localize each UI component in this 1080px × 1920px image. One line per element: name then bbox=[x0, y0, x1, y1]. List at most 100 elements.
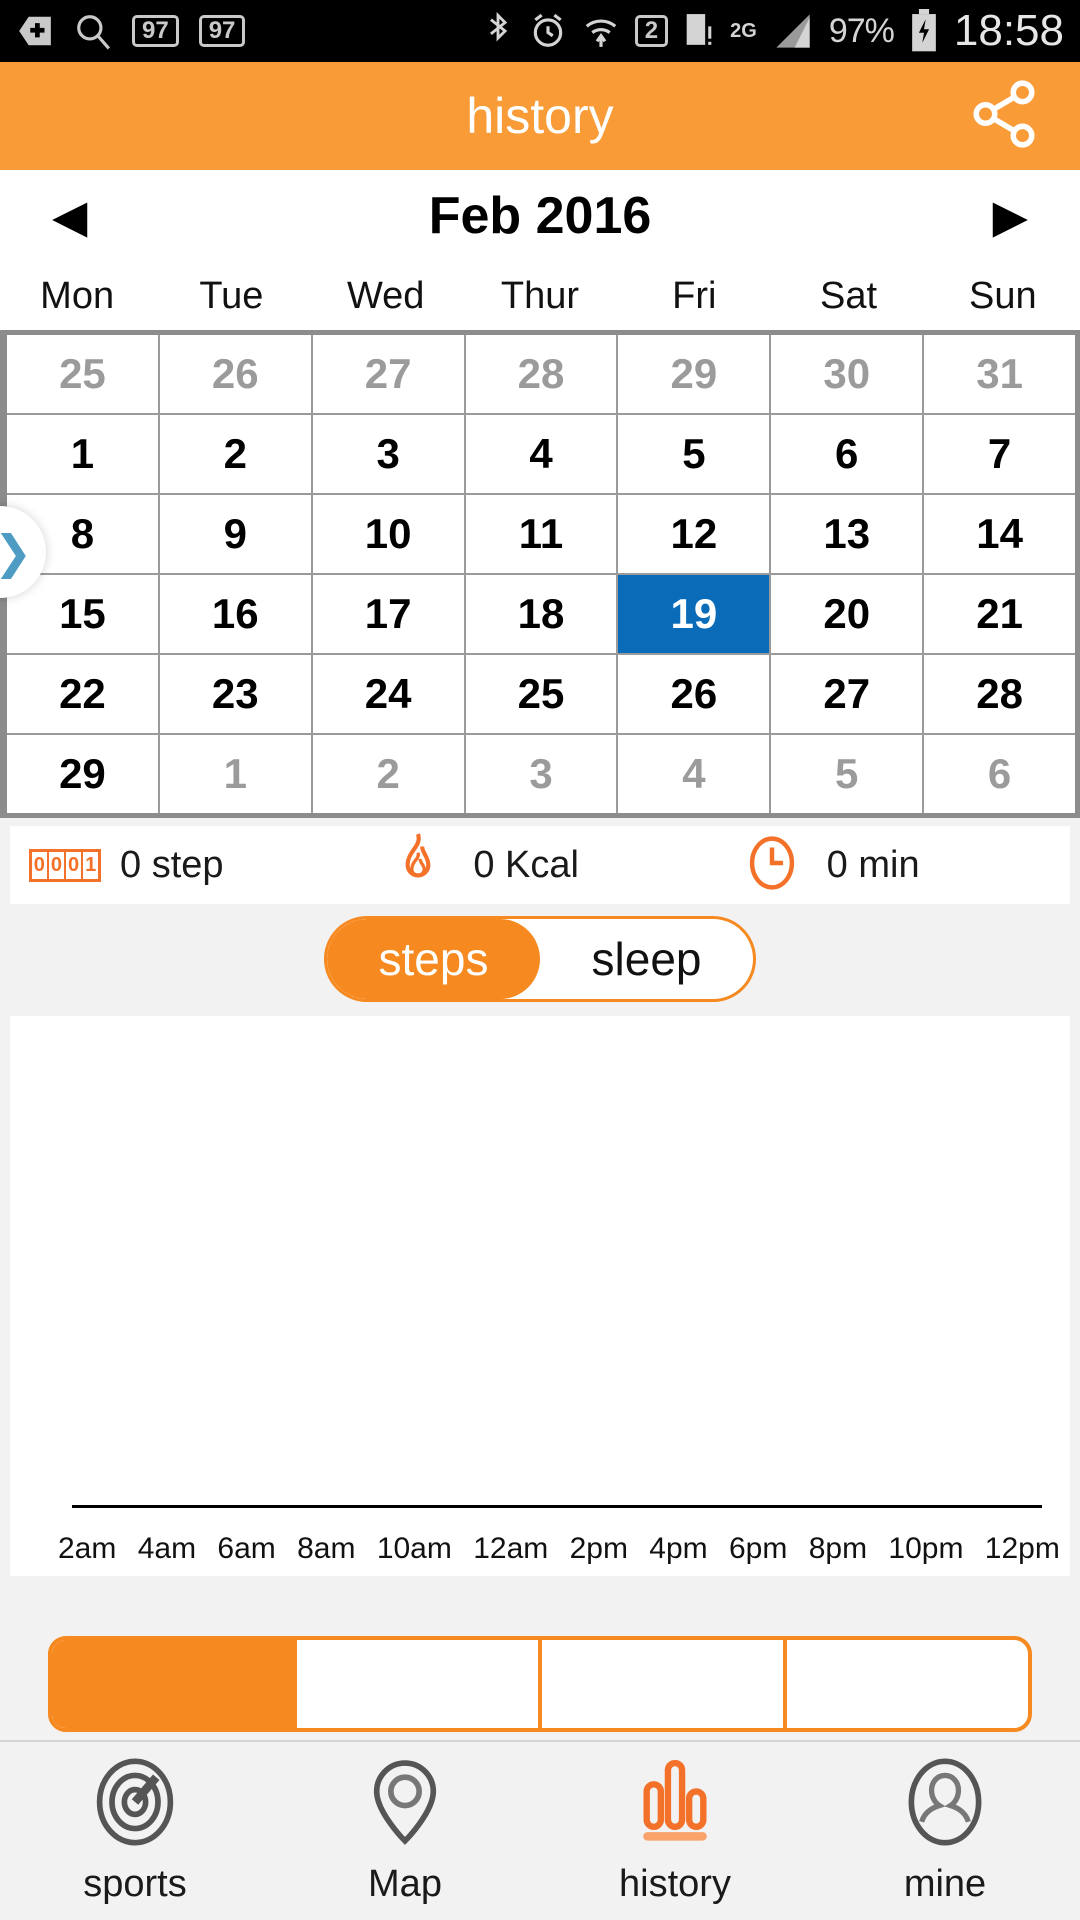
notification-badge-2: 97 bbox=[198, 15, 246, 47]
nav-item-history[interactable]: history bbox=[540, 1756, 810, 1906]
chart-tick-label: 4pm bbox=[649, 1532, 708, 1565]
daily-stats-bar: 0001 0 step 0 Kcal 0 min bbox=[10, 826, 1070, 904]
activity-chart: 2am 4am 6am 8am 10am 12am 2pm 4pm 6pm 8pm 10pm 12pm bbox=[10, 1016, 1070, 1576]
calendar-week-row: 25 26 27 28 29 30 31 bbox=[7, 335, 1076, 413]
calendar-day-cell[interactable]: 27 bbox=[312, 335, 466, 413]
back-plus-icon bbox=[16, 12, 54, 50]
alarm-icon bbox=[529, 12, 567, 50]
calendar-day-cell[interactable]: 11 bbox=[465, 495, 619, 573]
sim-indicator: 2 bbox=[634, 15, 669, 47]
calendar-day-cell[interactable]: 6 bbox=[924, 735, 1076, 813]
calendar-day-cell[interactable]: 10 bbox=[312, 495, 466, 573]
calendar-day-cell[interactable]: 20 bbox=[771, 575, 925, 653]
weekday-label-tue: Tue bbox=[199, 274, 264, 317]
calendar-day-cell[interactable]: 2 bbox=[312, 735, 466, 813]
person-icon bbox=[902, 1756, 988, 1853]
calendar-day-cell[interactable]: 14 bbox=[924, 495, 1076, 573]
page-title: history bbox=[466, 88, 614, 144]
chart-tick-label: 2pm bbox=[569, 1532, 628, 1565]
calendar-day-cell[interactable]: 6 bbox=[771, 415, 925, 493]
step-counter-icon: 0001 bbox=[28, 848, 102, 882]
weekday-label-thur: Thur bbox=[500, 274, 580, 317]
bottom-navigation: sports Map history mine bbox=[0, 1740, 1080, 1920]
calendar-day-cell[interactable]: 22 bbox=[7, 655, 160, 733]
calendar-day-cell[interactable]: 3 bbox=[312, 415, 466, 493]
chart-mode-toggle[interactable]: steps sleep bbox=[324, 916, 756, 1002]
calendar-day-cell[interactable]: 30 bbox=[771, 335, 925, 413]
calendar-day-cell[interactable]: 28 bbox=[465, 335, 619, 413]
calendar-week-row: 8 9 10 11 12 13 14 bbox=[7, 493, 1076, 573]
stat-value: 0 step bbox=[120, 843, 224, 886]
calendar-grid[interactable]: 25 26 27 28 29 30 31 1 2 3 4 5 6 7 8 9 10 11 12 13 14 15 16 17 1… bbox=[0, 330, 1080, 818]
share-icon bbox=[967, 77, 1041, 156]
calendar-day-cell[interactable]: 17 bbox=[312, 575, 466, 653]
calendar-day-cell[interactable]: 2 bbox=[159, 415, 313, 493]
calendar-day-cell[interactable]: 27 bbox=[771, 655, 925, 733]
stat-item: 0001 0 step bbox=[10, 844, 363, 887]
calendar-day-cell[interactable]: 16 bbox=[159, 575, 313, 653]
chart-tick-label: 10pm bbox=[888, 1532, 964, 1565]
app-root: 97 97 2 2G 97% 18:58 history ◀ Feb 2016 … bbox=[0, 0, 1080, 1920]
calendar-day-cell[interactable]: 24 bbox=[312, 655, 466, 733]
range-segment[interactable] bbox=[787, 1640, 1028, 1728]
calendar-day-cell[interactable]: 18 bbox=[465, 575, 619, 653]
calendar-day-cell[interactable]: 13 bbox=[771, 495, 925, 573]
wifi-icon bbox=[581, 12, 621, 50]
app-header: history bbox=[0, 62, 1080, 170]
nav-item-sports[interactable]: sports bbox=[0, 1756, 270, 1906]
chart-x-axis-ticks: 2am 4am 6am 8am 10am 12am 2pm 4pm 6pm 8pm 10pm 12pm bbox=[58, 1532, 1060, 1566]
calendar-day-cell[interactable]: 5 bbox=[618, 415, 772, 493]
chart-x-axis-line bbox=[72, 1505, 1042, 1508]
calendar-day-cell[interactable]: 29 bbox=[7, 735, 160, 813]
chart-tick-label: 12pm bbox=[984, 1532, 1060, 1565]
calendar-day-cell[interactable]: 26 bbox=[159, 335, 313, 413]
calendar-day-cell[interactable]: 4 bbox=[465, 415, 619, 493]
nav-item-map[interactable]: Map bbox=[270, 1756, 540, 1906]
range-segment[interactable] bbox=[52, 1640, 297, 1728]
calendar-week-row: 22 23 24 25 26 27 28 bbox=[7, 653, 1076, 733]
calendar-day-cell[interactable]: 29 bbox=[618, 335, 772, 413]
calendar-day-cell[interactable]: 1 bbox=[7, 415, 160, 493]
search-icon bbox=[74, 12, 112, 50]
nav-item-label: mine bbox=[903, 1863, 987, 1905]
calendar-day-cell[interactable]: 31 bbox=[924, 335, 1076, 413]
weekday-label-wed: Wed bbox=[346, 274, 425, 317]
status-bar-left: 97 97 bbox=[16, 12, 246, 50]
calendar-day-cell[interactable]: 21 bbox=[924, 575, 1076, 653]
flame-icon bbox=[392, 832, 444, 899]
sim-card-icon bbox=[682, 11, 716, 51]
calendar-day-cell[interactable]: 4 bbox=[618, 735, 772, 813]
range-segment[interactable] bbox=[297, 1640, 542, 1728]
nav-item-mine[interactable]: mine bbox=[810, 1756, 1080, 1906]
next-month-button[interactable]: ▶ bbox=[993, 193, 1028, 239]
calendar-day-cell[interactable]: 9 bbox=[159, 495, 313, 573]
weekday-header: Mon Tue Wed Thur Fri Sat Sun bbox=[0, 262, 1080, 330]
calendar-day-cell[interactable]: 1 bbox=[159, 735, 313, 813]
status-bar-clock: 18:58 bbox=[953, 6, 1064, 55]
calendar-day-selected[interactable]: 19 bbox=[618, 575, 772, 653]
stat-value: 0 Kcal bbox=[473, 843, 579, 886]
calendar-day-cell[interactable]: 26 bbox=[618, 655, 772, 733]
chart-tick-label: 10am bbox=[376, 1532, 452, 1565]
range-segment[interactable] bbox=[542, 1640, 787, 1728]
weekday-label-fri: Fri bbox=[672, 274, 717, 317]
prev-month-button[interactable]: ◀ bbox=[52, 193, 87, 239]
chart-tick-label: 2am bbox=[58, 1532, 117, 1565]
range-segmented-control[interactable] bbox=[48, 1636, 1032, 1732]
calendar-day-cell[interactable]: 28 bbox=[924, 655, 1076, 733]
calendar-day-cell[interactable]: 25 bbox=[7, 335, 160, 413]
calendar-day-cell[interactable]: 7 bbox=[924, 415, 1076, 493]
calendar-day-cell[interactable]: 5 bbox=[771, 735, 925, 813]
toggle-option-steps[interactable]: steps bbox=[327, 919, 540, 999]
calendar-day-cell[interactable]: 23 bbox=[159, 655, 313, 733]
share-button[interactable] bbox=[964, 76, 1044, 156]
weekday-label-sun: Sun bbox=[969, 274, 1037, 317]
calendar-day-cell[interactable]: 25 bbox=[465, 655, 619, 733]
calendar-day-cell[interactable]: 3 bbox=[465, 735, 619, 813]
history-bars-icon bbox=[632, 1756, 718, 1853]
calendar-week-row: 1234567 bbox=[7, 413, 1076, 493]
toggle-option-sleep[interactable]: sleep bbox=[540, 919, 753, 999]
battery-percent-label: 97% bbox=[828, 11, 895, 50]
calendar-day-cell[interactable]: 12 bbox=[618, 495, 772, 573]
weekday-label-sat: Sat bbox=[820, 274, 878, 317]
